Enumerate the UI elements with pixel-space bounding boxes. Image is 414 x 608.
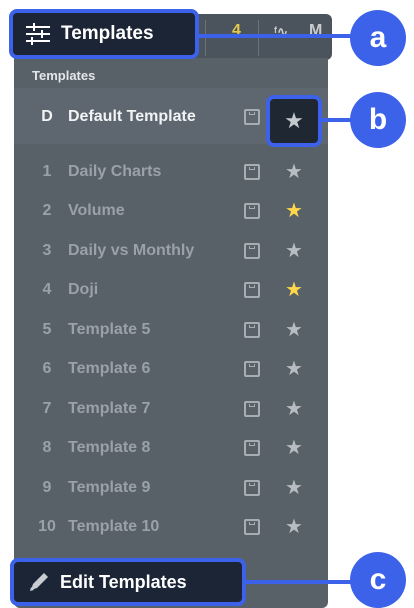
callout-b: b [350, 92, 406, 148]
template-name: Daily vs Monthly [68, 241, 195, 259]
save-icon[interactable] [244, 321, 260, 338]
template-name: Template 10 [68, 518, 160, 535]
template-row[interactable]: 4 Doji ★ [14, 271, 328, 310]
template-row[interactable]: 3 Daily vs Monthly ★ [14, 231, 328, 270]
default-favorite-star-button[interactable]: ★ [266, 95, 322, 147]
template-name: Daily Charts [68, 162, 162, 180]
template-name: Template 5 [68, 320, 151, 338]
template-number: 7 [42, 399, 52, 417]
save-icon[interactable] [244, 479, 260, 496]
templates-button[interactable]: Templates [9, 9, 199, 59]
save-icon[interactable] [244, 440, 260, 456]
pencil-icon [30, 573, 48, 591]
templates-button-label: Templates [61, 23, 154, 44]
star-icon: ★ [284, 108, 304, 133]
star-icon[interactable]: ★ [283, 201, 305, 221]
template-row[interactable]: 7 Template 7 ★ [14, 389, 328, 428]
template-name: Doji [68, 281, 99, 298]
template-number: 10 [38, 518, 56, 535]
callout-a: a [350, 10, 406, 66]
template-row[interactable]: 8 Template 8 ★ [14, 429, 328, 468]
template-row[interactable]: 10 Template 10 ★ [14, 508, 328, 547]
template-row[interactable]: 5 Template 5 ★ [14, 310, 328, 349]
template-number: 5 [42, 320, 52, 338]
template-number: 9 [42, 478, 52, 496]
save-icon[interactable] [244, 400, 260, 417]
save-icon[interactable] [244, 242, 260, 259]
template-number: 3 [42, 241, 52, 259]
save-icon[interactable] [244, 361, 260, 377]
edit-templates-button[interactable]: Edit Templates [10, 558, 246, 606]
template-row[interactable]: 1 Daily Charts ★ [14, 152, 328, 191]
template-number: 1 [42, 162, 52, 180]
star-icon[interactable]: ★ [283, 399, 305, 419]
star-icon[interactable]: ★ [283, 517, 305, 537]
edit-templates-label: Edit Templates [60, 571, 187, 592]
template-number: 4 [42, 281, 52, 298]
star-icon[interactable]: ★ [283, 478, 305, 498]
star-icon[interactable]: ★ [283, 438, 305, 458]
star-icon[interactable]: ★ [283, 241, 305, 261]
toolbar-separator [205, 20, 206, 56]
star-icon[interactable]: ★ [283, 359, 305, 379]
template-row[interactable]: 9 Template 9 ★ [14, 468, 328, 507]
template-number: 2 [42, 202, 52, 219]
sliders-icon [26, 23, 50, 45]
star-icon[interactable]: ★ [283, 162, 305, 182]
template-name: Template 9 [68, 478, 151, 496]
template-name: Template 8 [68, 439, 151, 456]
template-name: Volume [68, 202, 125, 219]
callout-line-c [246, 580, 352, 584]
save-icon[interactable] [244, 108, 260, 125]
star-icon[interactable]: ★ [283, 280, 305, 300]
star-icon[interactable]: ★ [283, 320, 305, 340]
callout-c: c [350, 552, 406, 608]
save-icon[interactable] [244, 519, 260, 535]
save-icon[interactable] [244, 163, 260, 180]
callout-line-b [322, 118, 352, 122]
template-name: Template 7 [68, 399, 151, 417]
template-key: D [41, 107, 53, 125]
template-number: 8 [42, 439, 52, 456]
callout-line-a [199, 34, 351, 38]
template-row[interactable]: 2 Volume ★ [14, 192, 328, 231]
section-label: Templates [32, 68, 96, 83]
template-number: 6 [42, 360, 52, 377]
toolbar-separator [258, 20, 259, 56]
template-name: Default Template [68, 107, 196, 125]
template-row[interactable]: 6 Template 6 ★ [14, 350, 328, 389]
save-icon[interactable] [244, 282, 260, 298]
save-icon[interactable] [244, 203, 260, 219]
template-name: Template 6 [68, 360, 151, 377]
